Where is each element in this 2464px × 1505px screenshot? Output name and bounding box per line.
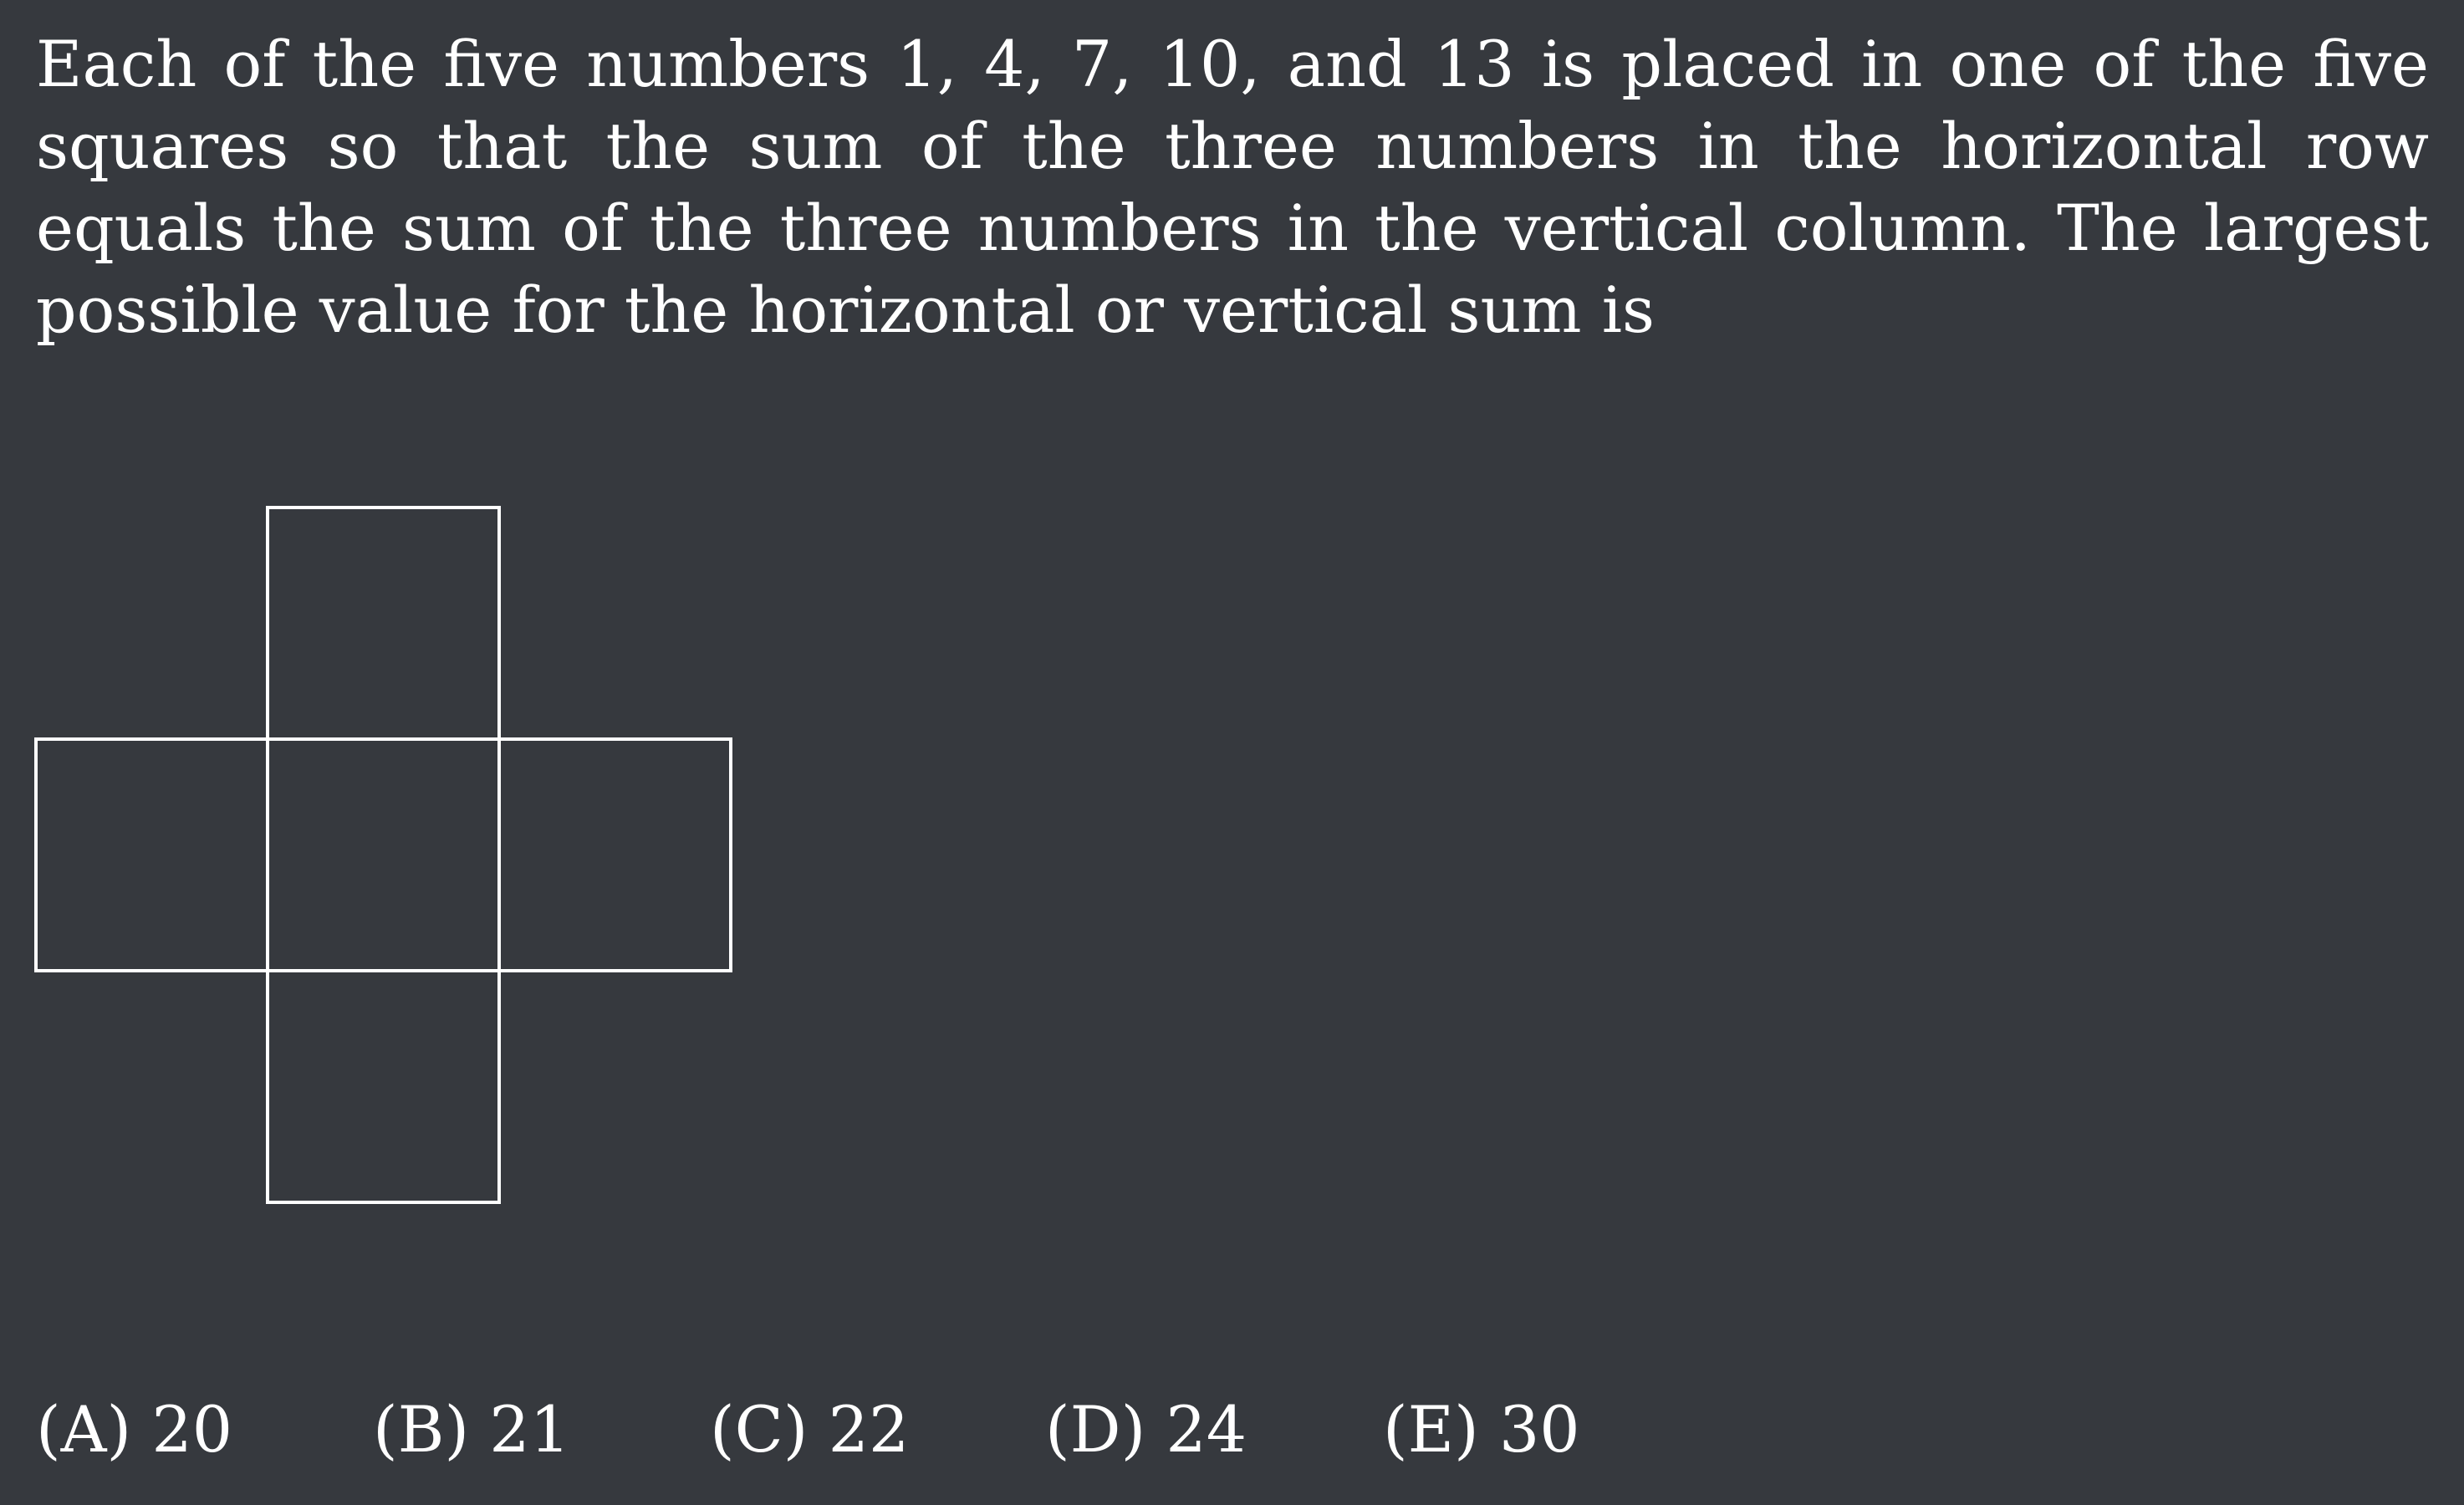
answer-choice-b[interactable]: (B) 21 bbox=[373, 1388, 570, 1472]
answer-choice-a[interactable]: (A) 20 bbox=[36, 1388, 232, 1472]
grid-square-right bbox=[497, 737, 732, 972]
grid-square-top bbox=[266, 506, 501, 741]
answer-choice-c[interactable]: (C) 22 bbox=[710, 1388, 909, 1472]
grid-square-left bbox=[34, 737, 269, 972]
answer-choice-e[interactable]: (E) 30 bbox=[1383, 1388, 1580, 1472]
answer-choice-d[interactable]: (D) 24 bbox=[1045, 1388, 1247, 1472]
grid-square-bottom bbox=[266, 969, 501, 1204]
grid-square-center bbox=[266, 737, 501, 972]
cross-grid-figure bbox=[34, 506, 732, 1204]
